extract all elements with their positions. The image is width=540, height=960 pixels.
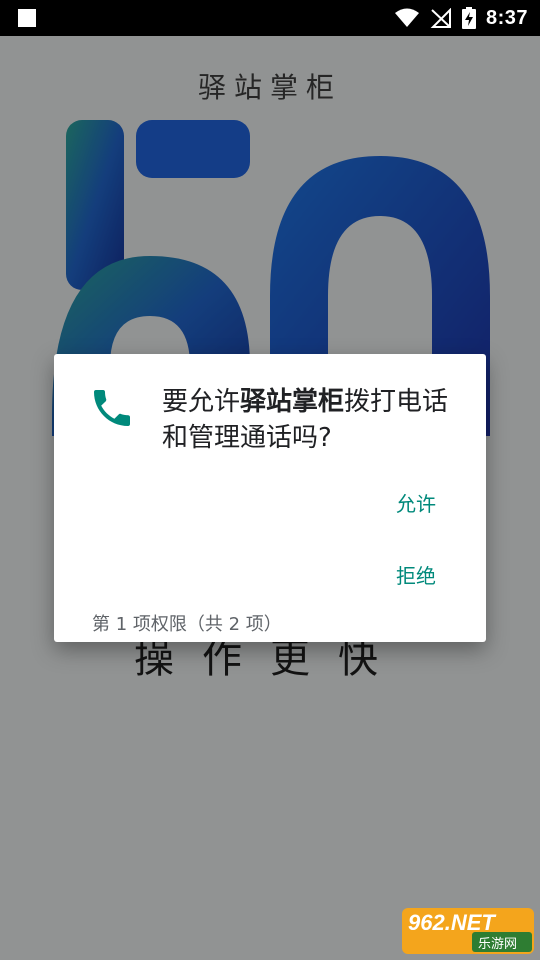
clock: 8:37 (485, 6, 528, 29)
wifi-icon (394, 8, 419, 27)
permission-counter: 第 1 项权限（共 2 项） (92, 614, 282, 635)
no-signal-icon (430, 8, 451, 28)
permission-message: 要允许驿站掌柜拨打电话和管理通话吗? (162, 384, 468, 456)
allow-button[interactable]: 允许 (396, 488, 436, 517)
deny-button[interactable]: 拒绝 (396, 560, 436, 589)
watermark-sub-text: 乐游网 (478, 937, 518, 952)
notification-square-icon (18, 9, 36, 27)
status-icons: 8:37 (394, 7, 540, 30)
message-prefix: 要允许 (162, 387, 241, 417)
permission-dialog: 要允许驿站掌柜拨打电话和管理通话吗? 允许 拒绝 第 1 项权限（共 2 项） (54, 354, 486, 642)
app-name: 驿站掌柜 (240, 387, 345, 417)
site-watermark-logo: 962.NET 乐游网 (402, 908, 534, 954)
phone-icon (94, 390, 130, 426)
status-bar: 8:37 (0, 0, 540, 36)
battery-charging-icon (461, 7, 476, 29)
